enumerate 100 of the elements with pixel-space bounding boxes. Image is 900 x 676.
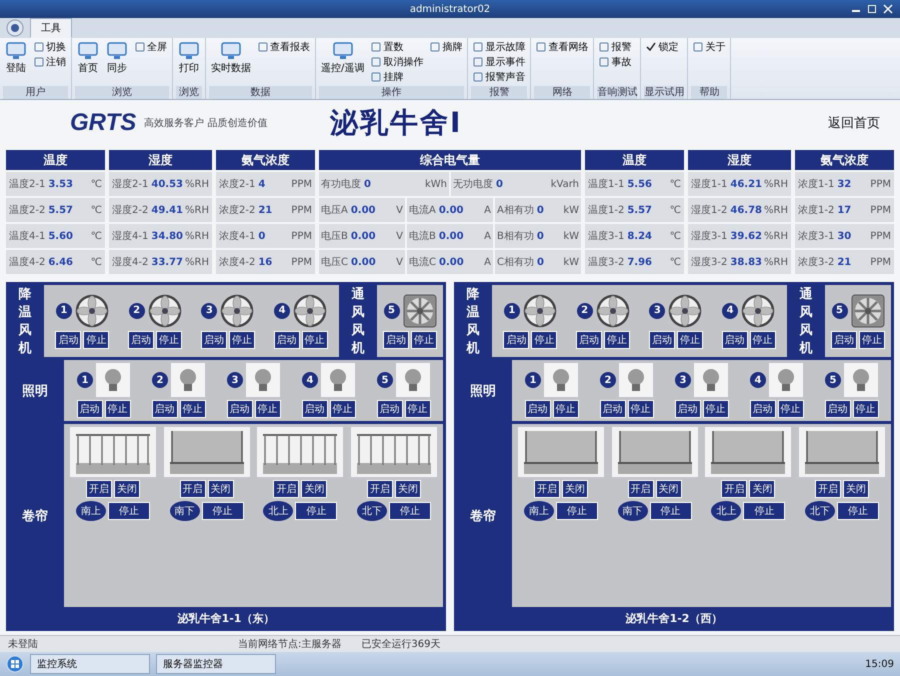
start-button[interactable]: 启动: [274, 330, 300, 348]
close-button[interactable]: 关闭: [656, 480, 682, 498]
start-button[interactable]: [6, 655, 24, 673]
close-button[interactable]: 关闭: [301, 480, 328, 498]
stop-button[interactable]: 停止: [837, 502, 880, 520]
stop-button[interactable]: 停止: [302, 330, 328, 348]
direction-button[interactable]: 南下: [618, 501, 648, 521]
start-button[interactable]: 启动: [600, 400, 626, 418]
start-button[interactable]: 启动: [576, 330, 602, 348]
toolbar-button[interactable]: 查看网络: [534, 40, 590, 54]
start-button[interactable]: 启动: [824, 400, 850, 418]
toolbar-button[interactable]: 全屏: [133, 40, 169, 54]
direction-button[interactable]: 南上: [524, 501, 554, 521]
toolbar-button[interactable]: 登陆: [3, 40, 29, 76]
toolbar-button[interactable]: 显示故障: [471, 40, 528, 54]
toolbar-button[interactable]: 报警声音: [471, 70, 528, 84]
stop-button[interactable]: 停止: [743, 502, 786, 520]
start-button[interactable]: 启动: [503, 330, 530, 348]
close-button[interactable]: 关闭: [114, 480, 140, 498]
stop-button[interactable]: 停止: [556, 502, 598, 520]
open-button[interactable]: 开启: [721, 480, 748, 498]
start-button[interactable]: 启动: [302, 400, 328, 418]
stop-button[interactable]: 停止: [330, 400, 356, 418]
start-button[interactable]: 启动: [152, 400, 178, 418]
stop-button[interactable]: 停止: [628, 400, 654, 418]
toolbar-button[interactable]: 遥控/遥调: [319, 40, 366, 76]
open-button[interactable]: 开启: [628, 480, 654, 498]
start-button[interactable]: 启动: [226, 400, 252, 418]
start-button[interactable]: 启动: [674, 400, 700, 418]
toolbar-button[interactable]: 事故: [597, 55, 634, 69]
start-button[interactable]: 启动: [750, 400, 776, 418]
start-button[interactable]: 启动: [831, 330, 857, 348]
stop-button[interactable]: 停止: [156, 330, 182, 348]
open-button[interactable]: 开启: [273, 480, 300, 498]
stop-button[interactable]: 停止: [852, 400, 878, 418]
close-button[interactable]: 关闭: [562, 480, 588, 498]
direction-button[interactable]: 南上: [76, 501, 106, 521]
start-button[interactable]: 启动: [383, 330, 409, 348]
toolbar-button[interactable]: 报警: [597, 40, 634, 54]
stop-button[interactable]: 停止: [604, 330, 630, 348]
square-icon: [473, 57, 484, 67]
ribbon-tab[interactable]: 工具: [30, 18, 72, 38]
stop-button[interactable]: 停止: [531, 330, 558, 348]
open-button[interactable]: 开启: [180, 480, 206, 498]
toolbar-button[interactable]: 注销: [32, 55, 68, 69]
open-button[interactable]: 开启: [86, 480, 112, 498]
stop-button[interactable]: 停止: [552, 400, 578, 418]
stop-button[interactable]: 停止: [702, 400, 728, 418]
taskbar-item[interactable]: 监控系统: [30, 654, 150, 674]
toolbar-button[interactable]: 置数: [369, 40, 426, 54]
back-home-link[interactable]: 返回首页: [828, 114, 880, 132]
toolbar-button[interactable]: 关于: [691, 40, 728, 54]
direction-button[interactable]: 北上: [263, 501, 294, 521]
stop-button[interactable]: 停止: [404, 400, 430, 418]
stop-button[interactable]: 停止: [389, 502, 432, 520]
stop-button[interactable]: 停止: [676, 330, 703, 348]
stop-button[interactable]: 停止: [650, 502, 692, 520]
toolbar-button[interactable]: 同步: [104, 40, 130, 76]
taskbar-item[interactable]: 服务器监控器: [156, 654, 276, 674]
start-button[interactable]: 启动: [128, 330, 154, 348]
direction-button[interactable]: 北下: [357, 501, 388, 521]
start-button[interactable]: 启动: [722, 330, 748, 348]
toolbar-button[interactable]: 取消操作: [369, 55, 426, 69]
toolbar-button[interactable]: 查看报表: [256, 40, 312, 54]
direction-button[interactable]: 南下: [170, 501, 200, 521]
stop-button[interactable]: 停止: [295, 502, 338, 520]
toolbar-button[interactable]: 切换: [32, 40, 68, 54]
toolbar-button[interactable]: 摘牌: [428, 40, 464, 54]
open-button[interactable]: 开启: [815, 480, 842, 498]
stop-button[interactable]: 停止: [104, 400, 130, 418]
direction-button[interactable]: 北下: [805, 501, 836, 521]
stop-button[interactable]: 停止: [108, 502, 150, 520]
stop-button[interactable]: 停止: [228, 330, 255, 348]
toolbar-button[interactable]: 挂牌: [369, 70, 426, 84]
stop-button[interactable]: 停止: [180, 400, 206, 418]
stop-button[interactable]: 停止: [859, 330, 885, 348]
start-button[interactable]: 启动: [524, 400, 550, 418]
close-button[interactable]: 关闭: [208, 480, 234, 498]
stop-button[interactable]: 停止: [83, 330, 110, 348]
toolbar-button[interactable]: 实时数据: [209, 40, 253, 76]
toolbar-button[interactable]: 锁定: [644, 40, 680, 54]
stop-button[interactable]: 停止: [254, 400, 280, 418]
start-button[interactable]: 启动: [55, 330, 82, 348]
toolbar-button[interactable]: 首页: [75, 40, 101, 76]
close-button[interactable]: 关闭: [749, 480, 776, 498]
stop-button[interactable]: 停止: [411, 330, 437, 348]
close-button[interactable]: 关闭: [395, 480, 422, 498]
open-button[interactable]: 开启: [367, 480, 394, 498]
start-button[interactable]: 启动: [648, 330, 675, 348]
start-button[interactable]: 启动: [376, 400, 402, 418]
start-button[interactable]: 启动: [200, 330, 227, 348]
stop-button[interactable]: 停止: [750, 330, 776, 348]
toolbar-button[interactable]: 打印: [176, 40, 202, 76]
start-button[interactable]: 启动: [76, 400, 102, 418]
stop-button[interactable]: 停止: [778, 400, 804, 418]
open-button[interactable]: 开启: [534, 480, 560, 498]
toolbar-button[interactable]: 显示事件: [471, 55, 528, 69]
close-button[interactable]: 关闭: [843, 480, 870, 498]
stop-button[interactable]: 停止: [202, 502, 244, 520]
direction-button[interactable]: 北上: [711, 501, 742, 521]
